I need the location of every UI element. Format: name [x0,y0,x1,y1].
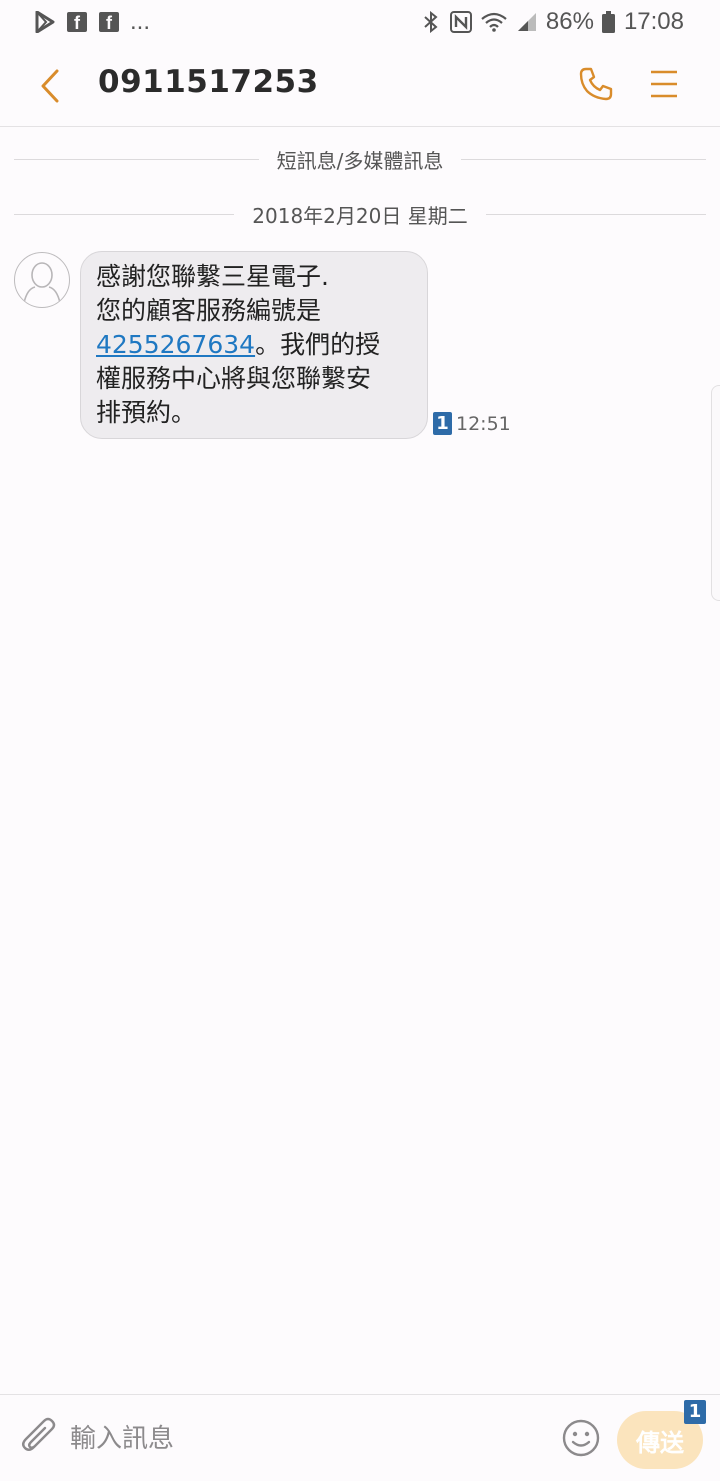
chevron-left-icon [41,69,59,103]
play-store-icon [34,11,56,33]
message-text-line: 4255267634。我們的授 [96,328,412,362]
status-bar-notifications: f f ... [34,8,150,36]
signal-icon [516,11,538,33]
nfc-icon [449,11,472,33]
message-text: 您的顧客服務編號是 [96,296,322,325]
divider-line [14,159,259,160]
edge-panel-handle[interactable] [711,385,720,601]
back-button[interactable] [28,64,72,108]
message-text: 排預約。 [96,398,197,427]
call-button[interactable] [574,62,618,106]
smiley-icon [562,1419,600,1457]
menu-icon [651,70,677,98]
message-input[interactable] [70,1417,530,1461]
date-label: 2018年2月20日 星期二 [252,204,468,228]
person-icon [23,262,61,304]
clock: 17:08 [623,8,684,35]
phone-icon [579,67,613,101]
message-bubble[interactable]: 感謝您聯繫三星電子. 您的顧客服務編號是 4255267634。我們的授 權服務… [80,251,428,439]
attach-button[interactable] [18,1415,60,1459]
message-meta: 1 12:51 [433,412,511,435]
facebook-icon: f [98,11,120,33]
message-text: 。我們的授 [255,330,381,359]
contact-title: 0911517253 [98,64,319,100]
message-text: 感謝您聯繫三星電子. [96,262,329,291]
more-options-button[interactable] [642,62,686,106]
message-composer: 傳送 [0,1394,720,1481]
sim-badge: 1 [433,412,452,435]
bluetooth-icon [420,11,442,33]
contact-avatar[interactable] [14,252,70,308]
wifi-icon [480,11,508,33]
divider-line [461,159,706,160]
status-bar: f f ... 86% 17:08 [0,0,720,44]
message-type-divider: 短訊息/多媒體訊息 [14,145,706,174]
message-type-label: 短訊息/多媒體訊息 [276,149,444,173]
phone-number-link[interactable]: 4255267634 [96,330,255,359]
divider-line [485,214,706,215]
conversation-header: 0911517253 [0,44,720,127]
send-sim-badge[interactable]: 1 [684,1400,706,1424]
message-time: 12:51 [456,412,511,435]
battery-icon [602,11,616,33]
facebook-icon: f [66,11,88,33]
paperclip-icon [22,1417,56,1451]
emoji-button[interactable] [560,1417,602,1459]
more-notifications-indicator: ... [130,8,151,35]
date-divider: 2018年2月20日 星期二 [14,200,706,229]
battery-percent: 86% [545,8,594,35]
divider-line [14,214,235,215]
status-bar-system: 86% 17:08 [420,8,684,36]
message-text: 權服務中心將與您聯繫安 [96,364,372,393]
